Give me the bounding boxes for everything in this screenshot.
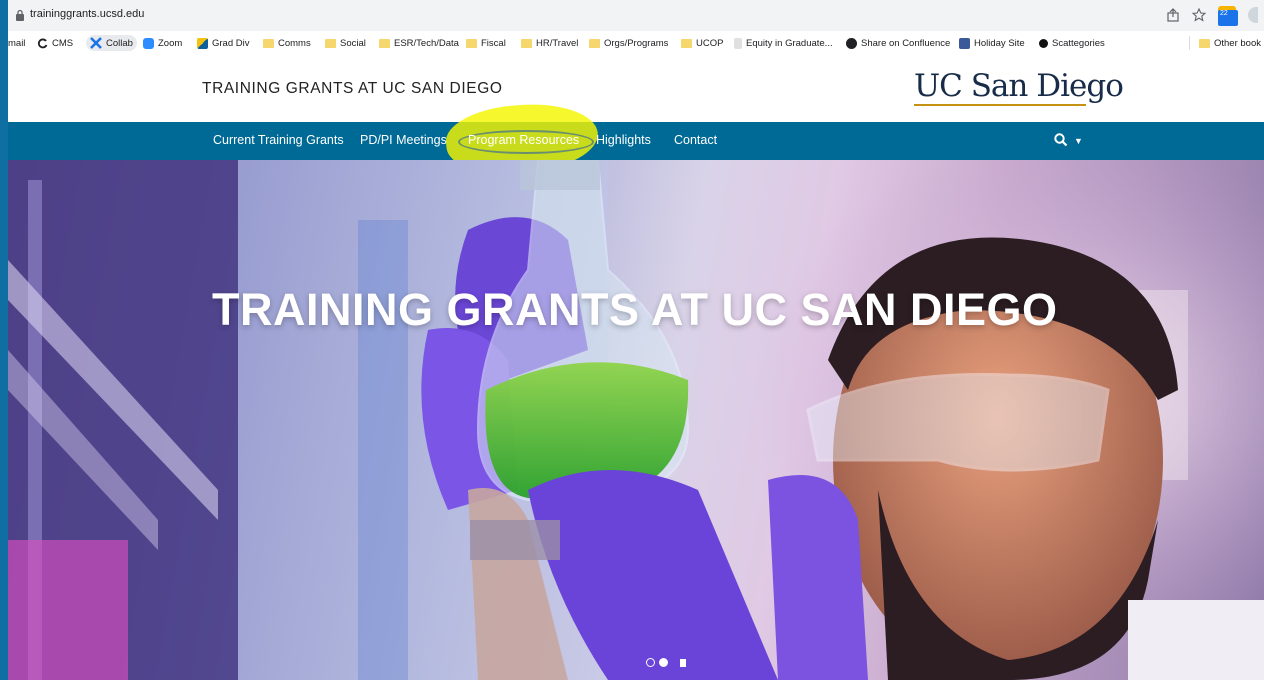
- folder-icon: [263, 38, 274, 48]
- folder-icon: [379, 38, 390, 48]
- bookmark-grad-div[interactable]: Grad Div: [197, 36, 249, 50]
- nav-pd-pi-meetings[interactable]: PD/PI Meetings: [360, 133, 447, 147]
- folder-icon: [466, 38, 477, 48]
- nav-contact[interactable]: Contact: [674, 133, 717, 147]
- logo-underline: [914, 104, 1086, 106]
- carousel-dot-active[interactable]: [659, 658, 668, 667]
- bookmark-label: ESR/Tech/Data: [394, 37, 459, 49]
- bookmark-collab[interactable]: Collab: [86, 35, 137, 51]
- bookmark-label: Share on Confluence: [861, 37, 951, 49]
- bookmark-label: Collab: [106, 37, 133, 49]
- site-header: TRAINING GRANTS AT UC SAN DIEGO UC San D…: [8, 55, 1264, 122]
- folder-icon: [1199, 38, 1210, 48]
- carousel-indicators: [646, 658, 668, 667]
- ucsd-logo[interactable]: UC San Diego: [914, 68, 1124, 104]
- pause-icon[interactable]: [680, 659, 686, 667]
- nav-highlights[interactable]: Highlights: [596, 133, 651, 147]
- hero-carousel: TRAINING GRANTS AT UC SAN DIEGO: [8, 160, 1264, 680]
- bookmark-other[interactable]: Other book: [1199, 36, 1261, 50]
- bookmark-label: UCOP: [696, 37, 724, 49]
- globe-icon: [846, 37, 857, 49]
- bookmark-scattegories[interactable]: Scattegories: [1039, 36, 1105, 50]
- bookmark-orgs-programs[interactable]: Orgs/Programs: [589, 36, 668, 50]
- lock-icon: [16, 9, 24, 21]
- bookmark-label: CMS: [52, 37, 74, 49]
- calendar-icon: [959, 37, 970, 49]
- search-icon[interactable]: [1054, 133, 1068, 147]
- bookmark-equity[interactable]: Equity in Graduate...: [734, 36, 833, 50]
- collab-icon: [90, 37, 102, 49]
- bookmark-label: Scattegories: [1052, 37, 1105, 49]
- bookmarks-bar: mail CMS Collab Zoom Grad Div Comms Soci…: [8, 31, 1264, 56]
- bookmark-label: mail: [8, 37, 26, 49]
- zoom-icon: [143, 37, 154, 49]
- site-title[interactable]: TRAINING GRANTS AT UC SAN DIEGO: [202, 80, 503, 98]
- bookmark-label: Social: [340, 37, 366, 49]
- folder-icon: [521, 38, 532, 48]
- page-icon: [734, 37, 742, 49]
- bookmark-label: Fiscal: [481, 37, 506, 49]
- bookmark-label: Grad Div: [212, 37, 250, 49]
- bookmark-hr-travel[interactable]: HR/Travel: [521, 36, 578, 50]
- hero-image: [8, 160, 1264, 680]
- profile-icon[interactable]: [1248, 7, 1258, 23]
- circle-icon: [1039, 38, 1048, 48]
- bookmarks-divider: [1189, 36, 1190, 50]
- bookmark-holiday-site[interactable]: Holiday Site: [959, 36, 1025, 50]
- bookmark-social[interactable]: Social: [325, 36, 366, 50]
- bookmark-label: Holiday Site: [974, 37, 1025, 49]
- bookmark-label: Equity in Graduate...: [746, 37, 833, 49]
- bookmark-cms[interactable]: CMS: [37, 36, 73, 50]
- share-icon[interactable]: [1166, 8, 1180, 22]
- folder-icon: [325, 38, 336, 48]
- browser-window: traininggrants.ucsd.edu 22 mail CMS Coll…: [8, 0, 1264, 680]
- grad-div-icon: [197, 37, 208, 49]
- bookmark-comms[interactable]: Comms: [263, 36, 311, 50]
- bookmark-zoom[interactable]: Zoom: [143, 36, 182, 50]
- bookmark-mail[interactable]: mail: [8, 36, 25, 50]
- calendar-badge: 22: [1218, 10, 1238, 26]
- bookmark-confluence[interactable]: Share on Confluence: [846, 36, 950, 50]
- address-bar[interactable]: traininggrants.ucsd.edu 22: [8, 0, 1264, 32]
- url-text[interactable]: traininggrants.ucsd.edu: [30, 8, 144, 20]
- hero-title: TRAINING GRANTS AT UC SAN DIEGO: [212, 284, 1058, 335]
- bookmark-label: Orgs/Programs: [604, 37, 669, 49]
- carousel-dot[interactable]: [646, 658, 655, 667]
- bookmark-fiscal[interactable]: Fiscal: [466, 36, 506, 50]
- bookmark-label: HR/Travel: [536, 37, 579, 49]
- bookmark-ucop[interactable]: UCOP: [681, 36, 723, 50]
- folder-icon: [681, 38, 692, 48]
- bookmark-label: Other book: [1214, 37, 1261, 49]
- refresh-icon: [37, 38, 48, 48]
- star-icon[interactable]: [1192, 8, 1206, 22]
- folder-icon: [589, 38, 600, 48]
- nav-current-training-grants[interactable]: Current Training Grants: [213, 133, 344, 147]
- bookmark-label: Zoom: [158, 37, 183, 49]
- bookmark-esr-tech-data[interactable]: ESR/Tech/Data: [379, 36, 459, 50]
- nav-program-resources[interactable]: Program Resources: [468, 133, 579, 147]
- chevron-down-icon[interactable]: ▼: [1074, 136, 1083, 146]
- bookmark-label: Comms: [278, 37, 311, 49]
- calendar-extension-icon[interactable]: 22: [1218, 6, 1238, 26]
